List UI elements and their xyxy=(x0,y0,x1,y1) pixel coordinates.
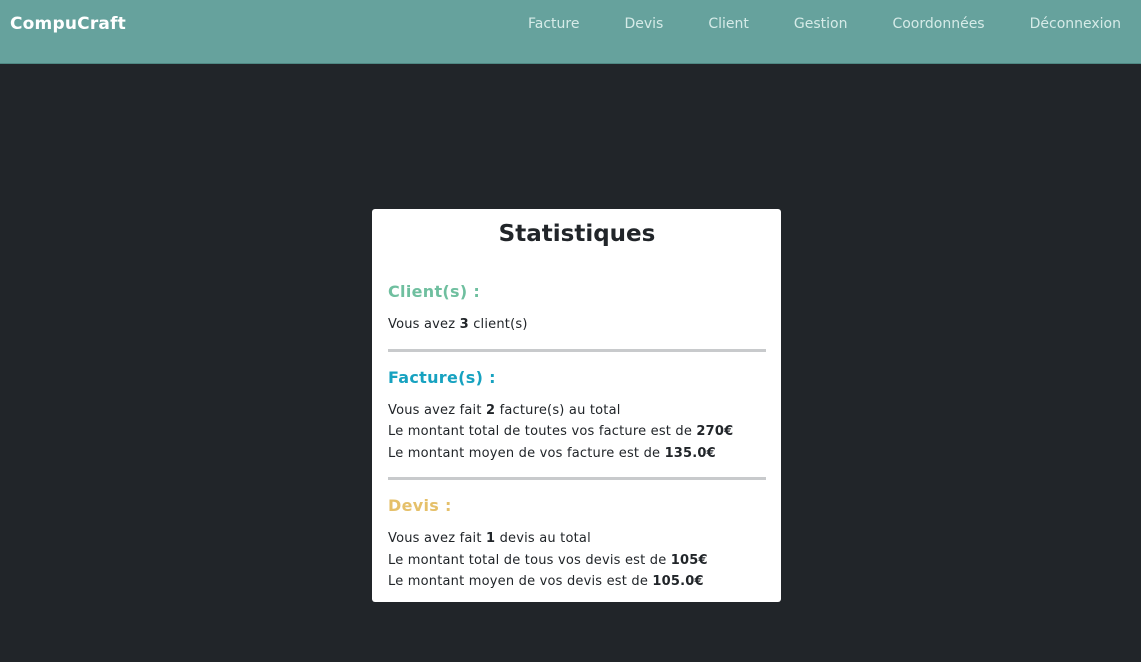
factures-count-prefix: Vous avez fait xyxy=(388,402,486,418)
devis-total-value: 105€ xyxy=(670,552,708,568)
nav-link-client[interactable]: Client xyxy=(683,16,769,32)
clients-section: Client(s) : Vous avez 3 client(s) xyxy=(388,283,766,336)
factures-section: Facture(s) : Vous avez fait 2 facture(s)… xyxy=(388,367,766,465)
brand-logo-link[interactable]: CompuCraft xyxy=(10,14,126,34)
nav-link-deconnexion[interactable]: Déconnexion xyxy=(1005,16,1141,32)
factures-total-line: Le montant total de toutes vos facture e… xyxy=(388,421,766,443)
nav-link-devis[interactable]: Devis xyxy=(599,16,683,32)
clients-count-prefix: Vous avez xyxy=(388,317,460,332)
devis-total-line: Le montant total de tous vos devis est d… xyxy=(388,550,766,572)
factures-count-line: Vous avez fait 2 facture(s) au total xyxy=(388,400,766,422)
clients-count-suffix: client(s) xyxy=(468,317,528,332)
card-title: Statistiques xyxy=(498,221,656,247)
devis-total-prefix: Le montant total de tous vos devis est d… xyxy=(388,552,671,568)
clients-heading: Client(s) : xyxy=(388,282,481,301)
nav-link-facture[interactable]: Facture xyxy=(503,16,599,32)
devis-count-value: 1 xyxy=(485,531,496,546)
section-divider xyxy=(388,477,766,480)
factures-heading: Facture(s) : xyxy=(388,367,496,387)
nav-link-gestion[interactable]: Gestion xyxy=(769,16,868,32)
factures-count-value: 2 xyxy=(485,402,496,418)
clients-count-line: Vous avez 3 client(s) xyxy=(388,314,766,336)
section-divider xyxy=(388,348,766,352)
factures-count-suffix: facture(s) au total xyxy=(495,402,621,418)
devis-count-suffix: devis au total xyxy=(495,531,591,546)
statistics-card: Statistiques Client(s) : Vous avez 3 cli… xyxy=(372,209,781,602)
devis-heading: Devis : xyxy=(388,496,452,515)
factures-average-line: Le montant moyen de vos facture est de 1… xyxy=(388,443,766,465)
devis-average-line: Le montant moyen de vos devis est de 105… xyxy=(388,571,766,593)
clients-count-value: 3 xyxy=(459,317,469,332)
factures-total-value: 270€ xyxy=(696,424,734,439)
nav-link-coordonnees[interactable]: Coordonnées xyxy=(867,16,1004,32)
nav-links: Facture Devis Client Gestion Coordonnées… xyxy=(503,0,1141,48)
factures-average-prefix: Le montant moyen de vos facture est de xyxy=(388,445,665,461)
factures-average-value: 135.0€ xyxy=(664,445,716,461)
devis-count-prefix: Vous avez fait xyxy=(388,531,486,546)
factures-total-prefix: Le montant total de toutes vos facture e… xyxy=(388,424,697,439)
devis-section: Devis : Vous avez fait 1 devis au total … xyxy=(388,497,766,593)
devis-count-line: Vous avez fait 1 devis au total xyxy=(388,528,766,550)
devis-average-prefix: Le montant moyen de vos devis est de xyxy=(388,574,653,589)
top-navbar: CompuCraft Facture Devis Client Gestion … xyxy=(0,0,1141,64)
devis-average-value: 105.0€ xyxy=(652,574,704,589)
